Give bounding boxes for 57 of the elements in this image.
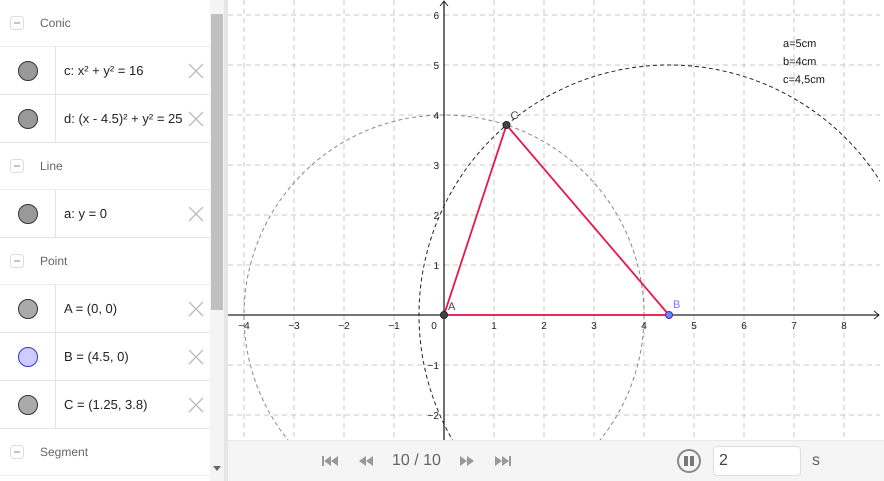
point[interactable]: [440, 311, 448, 319]
delete-icon[interactable]: [188, 396, 204, 412]
collapse-icon[interactable]: [10, 254, 24, 268]
x-tick-label: −2: [338, 321, 350, 332]
speed-field[interactable]: 2: [712, 446, 801, 476]
group-title: Segment: [40, 444, 88, 461]
x-tick-label: 8: [841, 321, 847, 332]
point-label: C: [510, 110, 518, 122]
object-definition[interactable]: A = (0, 0): [64, 298, 188, 318]
scroll-down-icon[interactable]: [213, 466, 221, 471]
collapse-icon[interactable]: [10, 445, 24, 459]
x-tick-label: 7: [791, 321, 797, 332]
y-tick-label: 6: [433, 11, 439, 22]
x-tick-label: −1: [388, 321, 400, 332]
object-definition[interactable]: a: y = 0: [64, 204, 188, 224]
y-tick-label: 2: [433, 211, 439, 222]
speed-unit: s: [812, 451, 820, 471]
object-definition[interactable]: B = (4.5, 0): [64, 346, 188, 366]
object-definition[interactable]: c: x² + y² = 16: [64, 60, 188, 80]
note-text: c=4,5cm: [783, 74, 825, 86]
y-tick-label: 3: [433, 161, 439, 172]
x-tick-label: 1: [491, 321, 497, 332]
collapse-icon[interactable]: [10, 159, 24, 173]
group-title: Line: [40, 158, 63, 175]
point-label: B: [673, 299, 680, 311]
x-tick-label: 3: [591, 321, 597, 332]
object-definition[interactable]: C = (1.25, 3.8): [64, 394, 188, 414]
x-tick-label: 2: [541, 321, 547, 332]
x-tick-label: 4: [641, 321, 647, 332]
delete-icon[interactable]: [188, 300, 204, 316]
scrollbar[interactable]: [210, 0, 224, 481]
point-label: A: [448, 301, 456, 313]
point[interactable]: [665, 311, 673, 319]
x-tick-label: −4: [238, 321, 250, 332]
y-tick-label: −2: [428, 411, 439, 422]
point[interactable]: [502, 121, 510, 129]
x-tick-label: 6: [741, 321, 747, 332]
x-tick-label: 0: [431, 321, 437, 332]
step-counter: 10 / 10: [392, 451, 441, 471]
pause-button[interactable]: [676, 449, 701, 473]
scrollbar-thumb[interactable]: [211, 14, 223, 310]
y-tick-label: 4: [433, 111, 439, 122]
collapse-icon[interactable]: [10, 16, 24, 30]
note-text: a=5cm: [783, 38, 816, 50]
note-text: b=4cm: [783, 56, 816, 68]
delete-icon[interactable]: [188, 206, 204, 222]
x-tick-label: 5: [691, 321, 697, 332]
group-title: Conic: [40, 15, 71, 32]
y-tick-label: 5: [433, 61, 439, 72]
y-tick-label: −1: [428, 361, 439, 372]
delete-icon[interactable]: [188, 62, 204, 78]
y-tick-label: 1: [433, 261, 439, 272]
group-title: Point: [40, 253, 68, 270]
delete-icon[interactable]: [188, 348, 204, 364]
delete-icon[interactable]: [188, 110, 204, 126]
object-definition[interactable]: d: (x - 4.5)² + y² = 25: [64, 108, 188, 128]
x-tick-label: −3: [288, 321, 300, 332]
